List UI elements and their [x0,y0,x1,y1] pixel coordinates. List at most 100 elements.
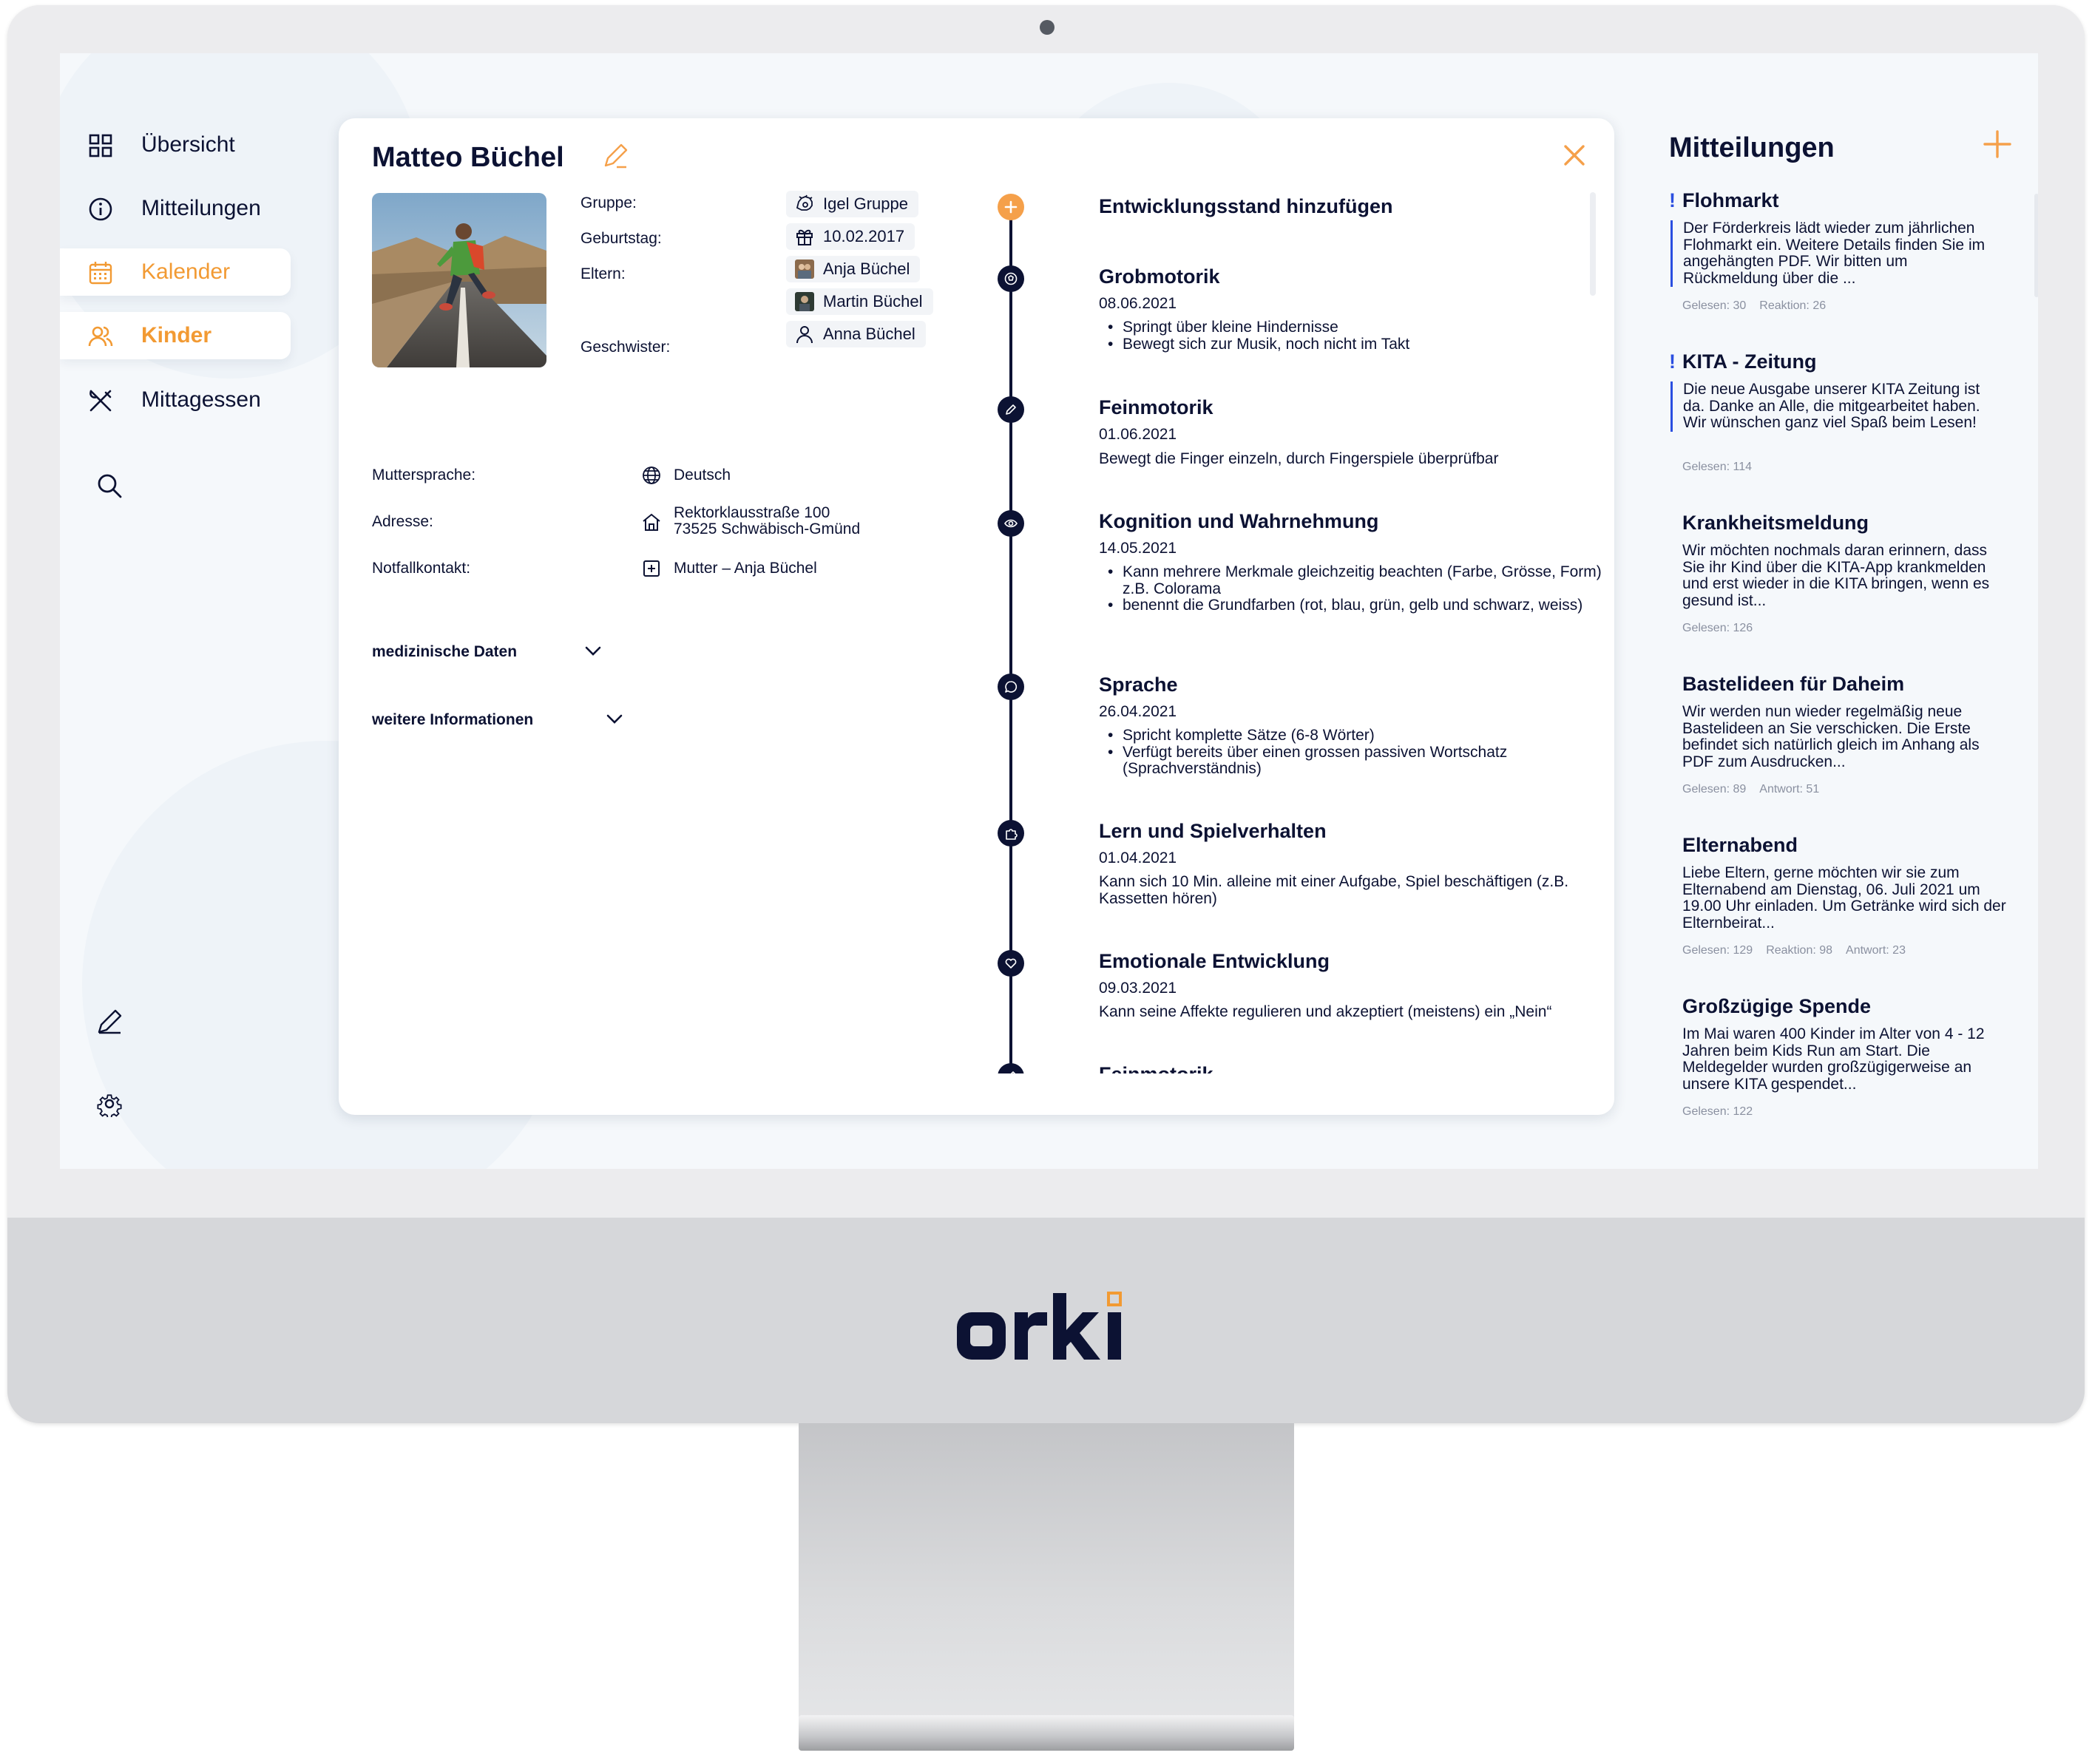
birthday-value: 10.02.2017 [823,227,905,245]
heart-icon [1005,958,1017,968]
medical-data-toggle[interactable]: medizinische Daten [372,642,517,662]
nav-item-mitteilungen[interactable]: Mitteilungen [60,185,291,232]
nav-item-label: Mitteilungen [141,196,261,220]
timeline-fade [989,1073,1566,1115]
more-info-toggle[interactable]: weitere Informationen [372,710,533,730]
stat-read: Gelesen: 114 [1682,461,1752,473]
timeline-entry-title: Sprache [1099,674,1178,696]
orki-logo [957,1292,1122,1360]
message-title: Elternabend [1682,834,1798,856]
emergency-label: Notfallkontakt: [372,560,471,577]
timeline-entry-date: 01.06.2021 [1099,426,1177,443]
monitor-frame: Übersicht Mitteilungen Kalender Kinder M… [7,5,2085,1423]
add-development-button[interactable] [998,194,1024,220]
utensils-icon [89,390,112,412]
message-body: Die neue Ausgabe unserer KITA Zeitung is… [1670,381,1996,432]
timeline-entry-title: Emotionale Entwicklung [1099,950,1330,972]
sibling-chip[interactable]: Anna Büchel [786,321,926,347]
chevron-down-icon[interactable] [604,708,625,729]
timeline-note: Kann mehrere Merkmale gleichzeitig beach… [1099,563,1602,597]
stat-read: Gelesen: 129 [1682,944,1753,957]
timeline-note: Springt über kleine Hindernisse [1099,319,1572,336]
pen-icon[interactable] [96,1008,123,1035]
nav-item-label: Kinder [141,323,212,347]
nav-item-mittagessen[interactable]: Mittagessen [60,376,291,424]
message-title: Krankheitsmeldung [1682,512,1869,534]
parent-chip[interactable]: Martin Büchel [786,288,933,315]
timeline-note: Verfügt bereits über einen grossen passi… [1099,744,1572,778]
nav-item-label: Mittagessen [141,387,261,412]
language-value: Deutsch [674,467,731,484]
timeline-entry-notes: Springt über kleine Hindernisse Bewegt s… [1099,319,1572,353]
group-chip[interactable]: Igel Gruppe [786,191,918,217]
add-message-icon[interactable] [1983,129,2012,159]
search-icon[interactable] [96,472,123,499]
messages-title: Mitteilungen [1669,132,1835,163]
monitor-stand-base [799,1715,1294,1751]
language-label: Muttersprache: [372,467,476,484]
football-icon [1004,272,1018,285]
nav-item-label: Kalender [141,259,231,284]
nav-item-uebersicht[interactable]: Übersicht [60,121,291,169]
nav-item-kalender[interactable]: Kalender [60,248,291,296]
app-screen: Übersicht Mitteilungen Kalender Kinder M… [60,53,2038,1169]
child-photo [372,193,546,367]
gift-icon [796,229,813,245]
timeline-entry-title: Kognition und Wahrnehmung [1099,510,1379,532]
message-stats: Gelesen: 122 [1682,1105,1766,1119]
stat-reaction: Reaktion: 98 [1766,944,1833,957]
puzzle-icon [1006,829,1018,840]
grid-icon [89,134,112,157]
address-line2: 73525 Schwäbisch-Gmünd [674,520,861,537]
message-body: Liebe Eltern, gerne möchten wir sie zum … [1682,864,2006,932]
users-icon [88,326,113,347]
timeline-note: Spricht komplette Sätze (6-8 Wörter) [1099,727,1572,744]
edit-pencil-icon[interactable] [601,142,629,170]
parents-label: Eltern: [580,265,626,282]
nav-item-kinder[interactable]: Kinder [60,312,291,359]
timeline-entry-notes: Kann mehrere Merkmale gleichzeitig beach… [1099,563,1602,614]
close-icon[interactable] [1561,142,1588,169]
message-body: Wir werden nun wieder regelmäßig neue Ba… [1682,703,1980,770]
message-title: Großzügige Spende [1682,995,1872,1017]
group-value: Igel Gruppe [823,194,908,213]
pencil-icon [1006,404,1016,415]
stat-answer: Antwort: 51 [1759,783,1820,796]
message-title: KITA - Zeitung [1682,350,1817,373]
home-icon [643,513,660,531]
siblings-label: Geschwister: [580,339,671,356]
person-icon [796,326,813,344]
child-name: Matteo Büchel [372,142,564,173]
chevron-down-icon[interactable] [583,640,603,661]
stat-read: Gelesen: 89 [1682,783,1747,796]
add-development-label[interactable]: Entwicklungsstand hinzufügen [1099,194,1393,218]
timeline-line [1009,211,1012,1115]
timeline-entry-date: 14.05.2021 [1099,540,1177,557]
message-body: Im Mai waren 400 Kinder im Alter von 4 -… [1682,1025,1985,1093]
parent-chip[interactable]: Anja Büchel [786,256,921,282]
priority-icon: ! [1669,189,1676,211]
timeline-entry-text: Kann seine Affekte regulieren und akzept… [1099,1003,1552,1020]
timeline-entry-title: Lern und Spielverhalten [1099,820,1327,842]
messages-scrollbar[interactable] [2034,194,2038,297]
stat-reaction: Reaktion: 26 [1759,299,1827,312]
address-line1: Rektorklausstraße 100 [674,504,830,521]
timeline-dot [998,396,1024,423]
emergency-icon [643,560,660,577]
timeline-scrollbar[interactable] [1590,192,1596,296]
message-title: Bastelideen für Daheim [1682,673,1905,695]
parent-name: Anja Büchel [823,259,910,278]
message-stats: Gelesen: 30 Reaktion: 26 [1682,299,1839,313]
message-title: Flohmarkt [1682,189,1779,211]
birthday-chip: 10.02.2017 [786,223,915,250]
avatar [795,292,814,311]
avatar [795,259,814,279]
emergency-value: Mutter – Anja Büchel [674,560,817,577]
eye-icon [1004,519,1018,528]
gear-icon[interactable] [96,1090,123,1117]
hedgehog-icon [796,194,813,211]
timeline-dot [998,265,1024,292]
group-label: Gruppe: [580,194,637,211]
sibling-name: Anna Büchel [823,325,915,343]
message-body: Der Förderkreis lädt wieder zum jährlich… [1670,220,1996,287]
